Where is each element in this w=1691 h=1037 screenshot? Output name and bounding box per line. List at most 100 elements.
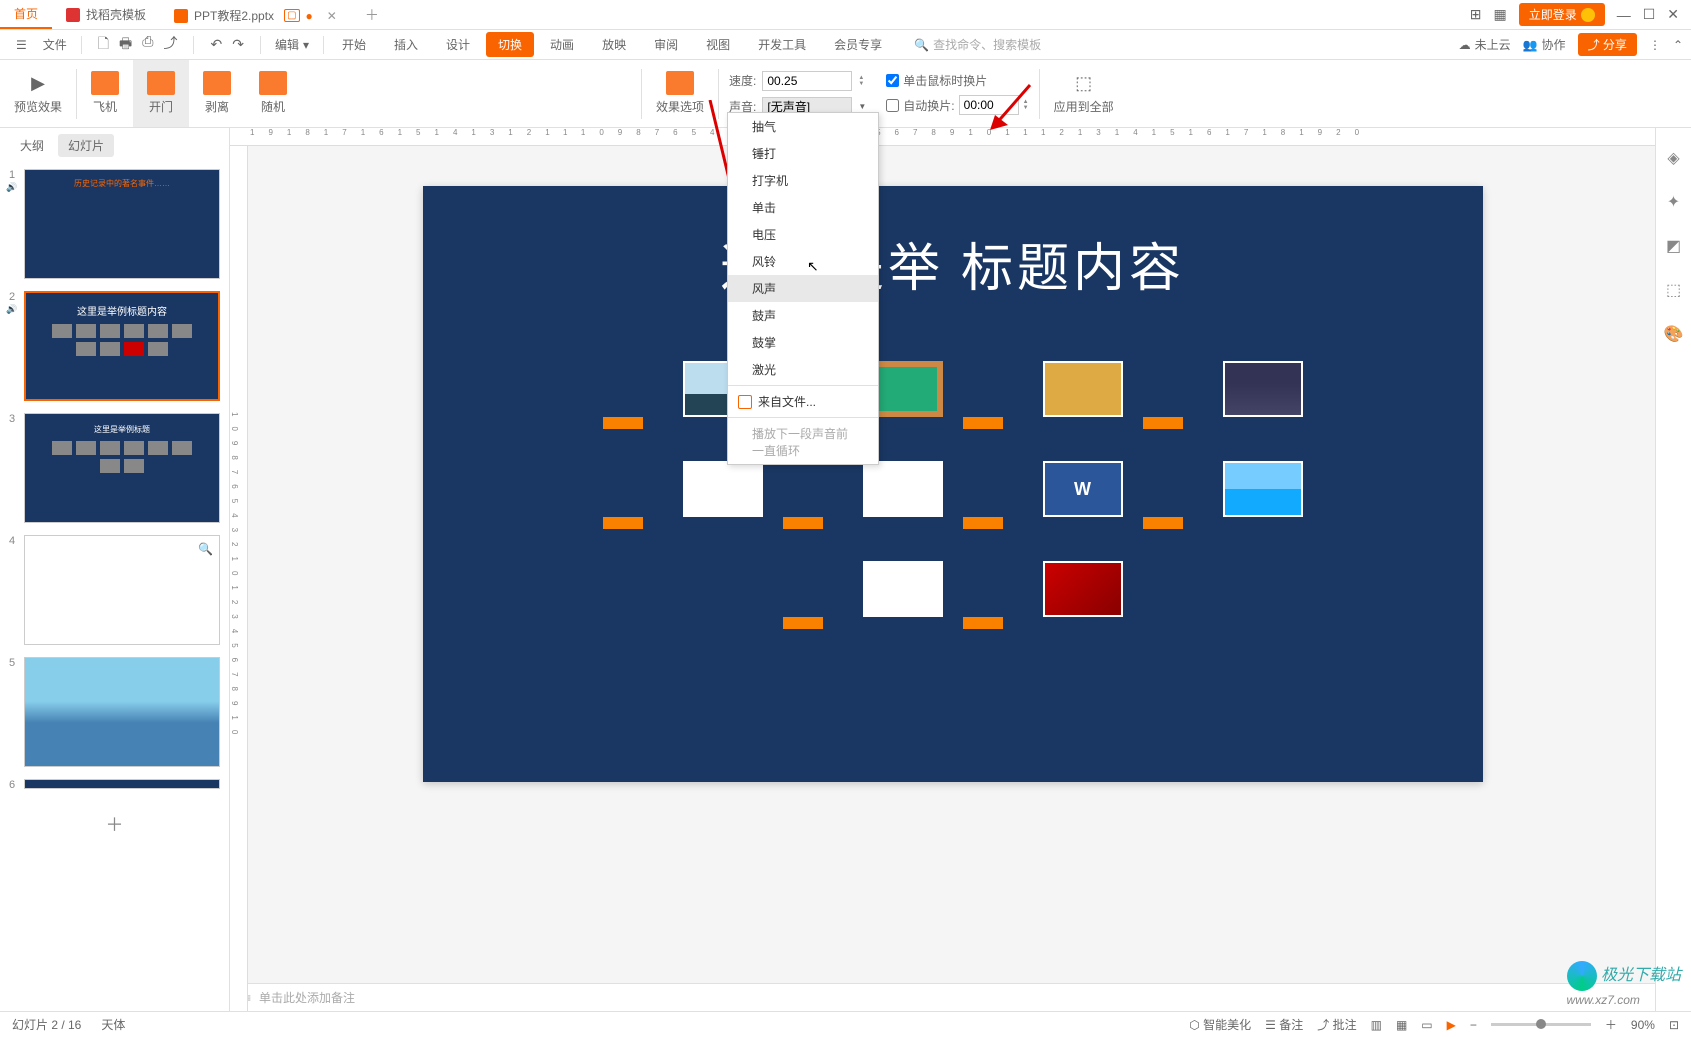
close-icon[interactable]: ✕	[327, 9, 337, 23]
tab-animation[interactable]: 动画	[538, 32, 586, 57]
beautify-button[interactable]: ⬡ 智能美化	[1189, 1016, 1251, 1033]
share-button[interactable]: ⤴ 分享	[1578, 33, 1637, 56]
ribbon-tabs: 开始 插入 设计 切换 动画 放映 审阅 视图 开发工具 会员专享	[330, 32, 894, 57]
tab-document[interactable]: PPT教程2.pptx ▢ ● ✕	[160, 0, 351, 29]
transition-plane[interactable]: 飞机	[77, 60, 133, 127]
slide-thumb-4[interactable]: 4 🔍	[0, 529, 229, 651]
edit-dropdown[interactable]: 编辑▾	[267, 36, 317, 53]
grid-item[interactable]	[1143, 361, 1303, 421]
dropdown-from-file[interactable]: 来自文件...	[728, 388, 878, 415]
export-icon[interactable]: ⤴	[163, 33, 177, 57]
dropdown-item[interactable]: 打字机	[728, 167, 878, 194]
dropdown-item[interactable]: 单击	[728, 194, 878, 221]
login-button[interactable]: 立即登录	[1519, 3, 1605, 26]
template-icon	[66, 8, 80, 22]
grid-item[interactable]: W	[963, 461, 1123, 521]
hamburger-icon[interactable]: ☰	[8, 38, 35, 52]
tab-home[interactable]: 首页	[0, 0, 52, 29]
tab-design[interactable]: 设计	[434, 32, 482, 57]
zoom-slider[interactable]	[1491, 1023, 1591, 1026]
zoom-level[interactable]: 90%	[1631, 1018, 1655, 1032]
collab-button[interactable]: 👥 协作	[1523, 36, 1566, 53]
slide-thumb-1[interactable]: 1🔊 历史记录中的著名事件……	[0, 163, 229, 285]
dropdown-item[interactable]: 电压	[728, 221, 878, 248]
slide-title[interactable]: 这里是举 标题内容	[423, 186, 1483, 301]
tab-insert[interactable]: 插入	[382, 32, 430, 57]
zoom-in-icon[interactable]: ＋	[1605, 1016, 1617, 1033]
dropdown-item[interactable]: 鼓声	[728, 302, 878, 329]
slides-tab[interactable]: 幻灯片	[58, 134, 114, 157]
slide-canvas[interactable]: 这里是举 标题内容 W ◉	[423, 186, 1483, 782]
diamond-icon[interactable]: ◈	[1667, 148, 1679, 168]
add-slide-button[interactable]: ＋	[0, 797, 229, 851]
auto-advance-checkbox[interactable]	[886, 99, 899, 112]
transition-door[interactable]: 开门	[133, 60, 189, 127]
file-menu[interactable]: 文件	[35, 36, 75, 53]
slide-thumb-6[interactable]: 6	[0, 773, 229, 797]
slideshow-icon[interactable]: ▶	[1447, 1018, 1456, 1032]
sorter-view-icon[interactable]: ▦	[1396, 1018, 1407, 1032]
slide-thumb-2[interactable]: 2🔊 这里是举例标题内容	[0, 285, 229, 407]
cloud-status[interactable]: ☁ 未上云	[1459, 36, 1511, 53]
tab-templates[interactable]: 找稻壳模板	[52, 0, 160, 29]
apply-all-button[interactable]: ⬚ 应用到全部	[1040, 60, 1128, 127]
grid-icon[interactable]: ⊞	[1470, 6, 1482, 23]
grid-item[interactable]	[783, 461, 943, 521]
slide-thumb-3[interactable]: 3 这里是举例标题	[0, 407, 229, 529]
slide-thumb-5[interactable]: 5	[0, 651, 229, 773]
undo-icon[interactable]: ↶	[210, 36, 222, 53]
apps-icon[interactable]: ▦	[1493, 6, 1506, 23]
grid-item[interactable]	[963, 561, 1123, 621]
sparkle-icon[interactable]: ✦	[1667, 192, 1680, 212]
tab-review[interactable]: 审阅	[642, 32, 690, 57]
dropdown-icon[interactable]: ▼	[858, 102, 866, 111]
transition-peel[interactable]: 剥离	[189, 60, 245, 127]
command-search[interactable]: 🔍 查找命令、搜索模板	[914, 36, 1041, 53]
apply-icon: ⬚	[1070, 72, 1098, 94]
outline-tab[interactable]: 大纲	[10, 134, 54, 157]
tab-transition[interactable]: 切换	[486, 32, 534, 57]
more-icon[interactable]: ⋮	[1649, 38, 1661, 52]
reading-view-icon[interactable]: ▭	[1421, 1018, 1432, 1032]
maximize-icon[interactable]: ☐	[1643, 6, 1656, 23]
minimize-icon[interactable]: —	[1617, 7, 1631, 23]
new-tab-button[interactable]: ＋	[351, 5, 393, 25]
click-advance-checkbox[interactable]	[886, 74, 899, 87]
dropdown-item[interactable]: 锤打	[728, 140, 878, 167]
preview-icon[interactable]: ⎙	[142, 33, 153, 57]
tab-start[interactable]: 开始	[330, 32, 378, 57]
print-icon[interactable]: 🖶	[119, 33, 132, 57]
grid-item[interactable]	[963, 361, 1123, 421]
normal-view-icon[interactable]: ▥	[1371, 1018, 1382, 1032]
tab-dev[interactable]: 开发工具	[746, 32, 818, 57]
palette-icon[interactable]: 🎨	[1664, 324, 1684, 344]
canvas[interactable]: 这里是举 标题内容 W ◉	[230, 146, 1655, 983]
grid-item[interactable]	[603, 461, 763, 521]
dropdown-item[interactable]: 抽气	[728, 113, 878, 140]
dropdown-item[interactable]: 风铃	[728, 248, 878, 275]
zoom-out-icon[interactable]: −	[1470, 1018, 1477, 1032]
save-icon[interactable]: 🗋	[98, 33, 109, 57]
preview-button[interactable]: ▶ 预览效果	[0, 60, 76, 127]
speed-input[interactable]	[762, 71, 852, 91]
transition-random[interactable]: 随机	[245, 60, 301, 127]
annotate-button[interactable]: ⤴ 批注	[1317, 1016, 1356, 1033]
slide-number: 2🔊	[6, 291, 18, 401]
dropdown-item-hover[interactable]: 风声	[728, 275, 878, 302]
cube-icon[interactable]: ⬚	[1666, 280, 1681, 300]
close-window-icon[interactable]: ✕	[1667, 6, 1679, 23]
remarks-button[interactable]: ☰ 备注	[1265, 1016, 1303, 1033]
grid-item[interactable]: ◉	[783, 561, 943, 621]
dropdown-item[interactable]: 鼓掌	[728, 329, 878, 356]
tab-view[interactable]: 视图	[694, 32, 742, 57]
layers-icon[interactable]: ◩	[1666, 236, 1681, 256]
tab-show[interactable]: 放映	[590, 32, 638, 57]
notes-pane[interactable]: ≡ 单击此处添加备注	[230, 983, 1655, 1011]
redo-icon[interactable]: ↷	[232, 36, 244, 53]
collapse-icon[interactable]: ⌃	[1673, 38, 1683, 52]
spinner-icon[interactable]: ▲▼	[858, 75, 864, 87]
dropdown-item[interactable]: 激光	[728, 356, 878, 383]
grid-item[interactable]	[1143, 461, 1303, 521]
fit-icon[interactable]: ⊡	[1669, 1018, 1679, 1032]
tab-member[interactable]: 会员专享	[822, 32, 894, 57]
